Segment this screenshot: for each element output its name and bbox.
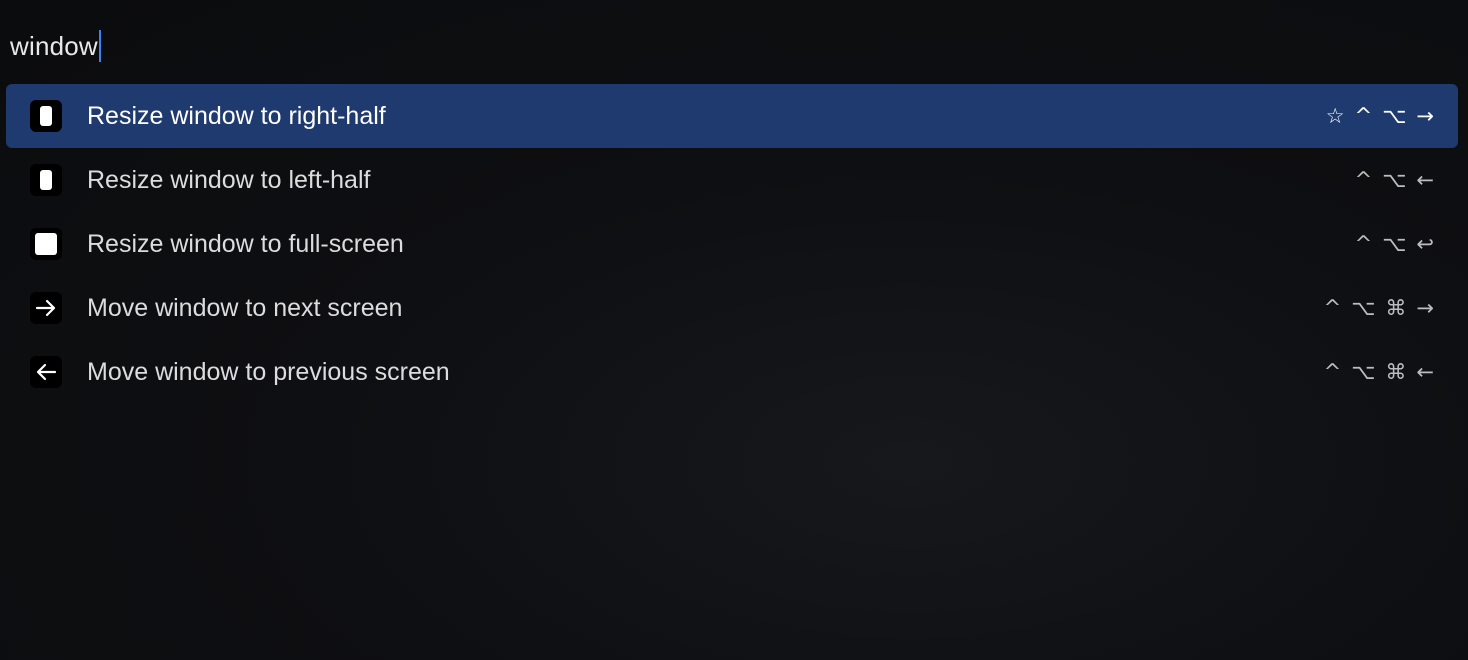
result-label: Resize window to left-half	[87, 165, 371, 194]
text-caret	[98, 30, 101, 62]
return-key: ↩	[1416, 232, 1434, 256]
control-key: ^	[1323, 296, 1342, 320]
result-item-move-next-screen[interactable]: Move window to next screen ^ ⌥ ⌘ →	[6, 276, 1458, 340]
shortcut-keys: ^ ⌥ ←	[1355, 168, 1434, 192]
command-launcher: window Resize window to right-half ☆ ^ ⌥…	[0, 0, 1468, 660]
shortcut-keys: ^ ⌥ ⌘ ←	[1324, 360, 1434, 384]
search-field[interactable]: window	[10, 26, 101, 66]
half-window-icon	[30, 164, 62, 196]
command-key: ⌘	[1385, 296, 1407, 320]
result-label: Move window to previous screen	[87, 357, 450, 386]
arrow-left-key: ←	[1416, 168, 1434, 192]
arrow-right-key: →	[1416, 296, 1434, 320]
command-key: ⌘	[1385, 360, 1407, 384]
arrow-right-key: →	[1416, 104, 1434, 128]
search-input[interactable]: window	[10, 31, 98, 62]
option-key: ⌥	[1351, 296, 1376, 320]
result-item-resize-full-screen[interactable]: Resize window to full-screen ^ ⌥ ↩	[6, 212, 1458, 276]
control-key: ^	[1323, 360, 1342, 384]
result-label: Resize window to right-half	[87, 101, 386, 130]
shortcut-keys: ^ ⌥ ⌘ →	[1324, 296, 1434, 320]
result-label: Move window to next screen	[87, 293, 403, 322]
arrow-left-icon	[30, 356, 62, 388]
option-key: ⌥	[1382, 104, 1407, 128]
option-key: ⌥	[1382, 168, 1407, 192]
arrow-left-key: ←	[1416, 360, 1434, 384]
result-item-move-previous-screen[interactable]: Move window to previous screen ^ ⌥ ⌘ ←	[6, 340, 1458, 404]
result-item-resize-left-half[interactable]: Resize window to left-half ^ ⌥ ←	[6, 148, 1458, 212]
shortcut-keys: ☆ ^ ⌥ →	[1326, 104, 1434, 128]
arrow-right-icon	[30, 292, 62, 324]
result-item-resize-right-half[interactable]: Resize window to right-half ☆ ^ ⌥ →	[6, 84, 1458, 148]
option-key: ⌥	[1382, 232, 1407, 256]
results-list: Resize window to right-half ☆ ^ ⌥ → Resi…	[6, 84, 1458, 404]
result-label: Resize window to full-screen	[87, 229, 404, 258]
control-key: ^	[1354, 168, 1373, 192]
control-key: ^	[1354, 104, 1373, 128]
option-key: ⌥	[1351, 360, 1376, 384]
control-key: ^	[1354, 232, 1373, 256]
full-window-icon	[30, 228, 62, 260]
favorite-star-icon[interactable]: ☆	[1326, 104, 1345, 128]
half-window-icon	[30, 100, 62, 132]
shortcut-keys: ^ ⌥ ↩	[1355, 232, 1434, 256]
